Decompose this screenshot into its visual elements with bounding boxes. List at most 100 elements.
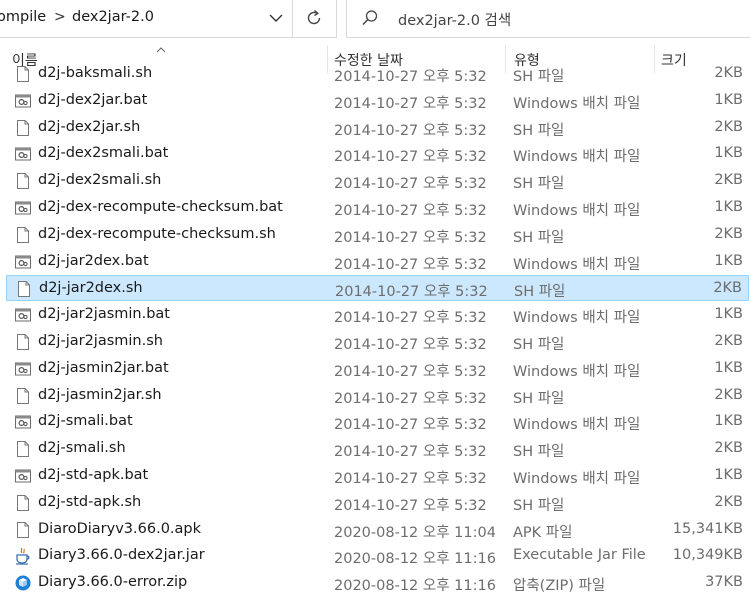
file-row[interactable]: d2j-jar2jasmin.sh 2014-10-27 오후 5:32 SH 파일… [6,329,749,355]
file-date: 2020-08-12 오후 11:16 [334,578,496,594]
file-type: Windows 배치 파일 [513,149,641,166]
file-size: 1KB [714,145,743,162]
file-date: 2014-10-27 오후 5:32 [334,337,487,353]
refresh-button[interactable] [292,0,337,38]
file-date: 2014-10-27 오후 5:32 [334,229,487,246]
file-type: SH 파일 [513,337,565,353]
file-size: 2KB [714,118,743,135]
sort-ascending-icon [156,38,166,57]
file-name: Diary3.66.0-dex2jar.jar [38,547,205,564]
file-row[interactable]: d2j-jasmin2jar.bat 2014-10-27 오후 5:32 Wind… [6,356,749,382]
file-type: SH 파일 [513,497,565,514]
file-name: d2j-jar2jasmin.sh [38,333,163,349]
java-jar-icon [14,547,32,565]
file-date: 2014-10-27 오후 5:32 [334,390,487,407]
file-row[interactable]: d2j-jar2jasmin.bat 2014-10-27 오후 5:32 Wind… [6,302,749,328]
file-row[interactable]: d2j-jar2dex.bat 2014-10-27 오후 5:32 Windows… [6,249,749,275]
file-type: Windows 배치 파일 [513,95,641,112]
file-type: SH 파일 [514,284,566,301]
file-row[interactable]: DiaroDiaryv3.66.0.apk 2020-08-12 오후 11:04… [6,517,749,543]
file-size: 1KB [714,199,743,215]
file-row[interactable]: d2j-jasmin2jar.sh 2014-10-27 오후 5:32 SH 파일… [6,383,749,409]
file-name: d2j-jar2dex.sh [39,280,143,297]
file-name: d2j-dex2smali.bat [38,145,169,162]
file-name: d2j-jar2jasmin.bat [38,306,170,323]
batch-file-icon [14,92,32,110]
file-name: d2j-dex2jar.bat [38,91,148,108]
file-row[interactable]: d2j-smali.sh 2014-10-27 오후 5:32 SH 파일 2KB [6,436,749,462]
file-date: 2014-10-27 오후 5:32 [334,256,487,273]
file-type: SH 파일 [513,229,565,246]
file-date: 2014-10-27 오후 5:32 [334,69,487,85]
file-name: d2j-smali.sh [38,440,126,457]
file-type: SH 파일 [513,69,565,85]
file-name: d2j-jasmin2jar.bat [38,359,169,376]
file-name: DiaroDiaryv3.66.0.apk [38,520,202,537]
chevron-down-icon[interactable] [266,8,286,28]
file-type: Windows 배치 파일 [513,363,641,380]
file-date: 2014-10-27 오후 5:32 [334,497,487,514]
file-size: 2KB [714,386,743,403]
file-name: d2j-baksmali.sh [38,65,153,81]
file-size: 1KB [714,359,743,376]
file-row[interactable]: d2j-dex2smali.bat 2014-10-27 오후 5:32 Windo… [6,141,749,167]
file-row[interactable]: d2j-dex2jar.bat 2014-10-27 오후 5:32 Windows… [6,88,749,114]
search-input[interactable]: dex2jar-2.0 검색 [398,9,511,30]
breadcrumb-parent[interactable]: ompile [0,9,46,25]
file-type: SH 파일 [513,176,565,193]
file-name: d2j-dex-recompute-checksum.bat [38,199,283,215]
file-date: 2014-10-27 오후 5:32 [334,444,487,461]
file-size: 2KB [714,333,743,349]
file-row[interactable]: d2j-std-apk.bat 2014-10-27 오후 5:32 Windows… [6,463,749,489]
file-type: Windows 배치 파일 [513,256,641,273]
file-name: d2j-std-apk.bat [38,467,149,483]
file-size: 2KB [714,172,743,189]
explorer-toolbar: ompile > dex2jar-2.0 dex2jar-2.0 검색 [0,0,750,38]
zip-file-icon [14,574,32,592]
breadcrumb-separator[interactable]: > [54,9,66,25]
script-file-icon [14,387,32,405]
file-type: Executable Jar File [513,547,646,564]
batch-file-icon [14,199,32,217]
file-date: 2020-08-12 오후 11:16 [334,551,496,568]
breadcrumb-current[interactable]: dex2jar-2.0 [72,9,154,25]
file-size: 1KB [714,252,743,269]
file-row[interactable]: d2j-dex2jar.sh 2014-10-27 오후 5:32 SH 파일 2KB [6,115,749,141]
script-file-icon [14,333,32,351]
file-date: 2014-10-27 오후 5:32 [334,310,487,327]
search-box[interactable]: dex2jar-2.0 검색 [346,0,750,38]
blank-file-icon [14,521,32,539]
file-date: 2014-10-27 오후 5:32 [334,122,487,139]
file-list[interactable]: d2j-baksmali.sh 2014-10-27 오후 5:32 SH 파일 2K… [0,65,750,594]
file-size: 1KB [714,306,743,323]
file-row[interactable]: Diary3.66.0-error.zip 2020-08-12 오후 11:16… [6,570,749,594]
file-name: d2j-dex-recompute-checksum.sh [38,225,276,242]
script-file-icon [14,65,32,83]
file-name: d2j-dex2smali.sh [38,172,162,189]
file-size: 2KB [714,65,743,81]
batch-file-icon [14,306,32,324]
file-type: Windows 배치 파일 [513,417,641,434]
script-file-icon [15,280,33,298]
file-size: 1KB [714,467,743,483]
file-row-selected[interactable]: d2j-jar2dex.sh 2014-10-27 오후 5:32 SH 파일 2KB [6,275,749,302]
address-bar[interactable]: ompile > dex2jar-2.0 [0,0,293,38]
file-date: 2014-10-27 오후 5:32 [334,471,487,487]
file-name: d2j-dex2jar.sh [38,118,141,135]
file-type: SH 파일 [513,390,565,407]
file-row[interactable]: d2j-baksmali.sh 2014-10-27 오후 5:32 SH 파일 2K… [6,65,749,87]
file-row[interactable]: Diary3.66.0-dex2jar.jar 2020-08-12 오후 11:… [6,543,749,569]
file-row[interactable]: d2j-dex2smali.sh 2014-10-27 오후 5:32 SH 파일 2… [6,168,749,194]
file-type: SH 파일 [513,122,565,139]
file-date: 2014-10-27 오후 5:32 [334,417,487,434]
file-row[interactable]: d2j-dex-recompute-checksum.bat 2014-10-27… [6,195,749,221]
file-size: 37KB [705,574,743,591]
file-row[interactable]: d2j-std-apk.sh 2014-10-27 오후 5:32 SH 파일 2KB [6,490,749,516]
file-name: d2j-smali.bat [38,413,133,430]
batch-file-icon [14,467,32,485]
file-row[interactable]: d2j-dex-recompute-checksum.sh 2014-10-27 … [6,222,749,248]
file-row[interactable]: d2j-smali.bat 2014-10-27 오후 5:32 Windows 배… [6,409,749,435]
file-type: APK 파일 [513,524,573,541]
file-date: 2014-10-27 오후 5:32 [334,203,487,219]
file-size: 1KB [714,91,743,108]
